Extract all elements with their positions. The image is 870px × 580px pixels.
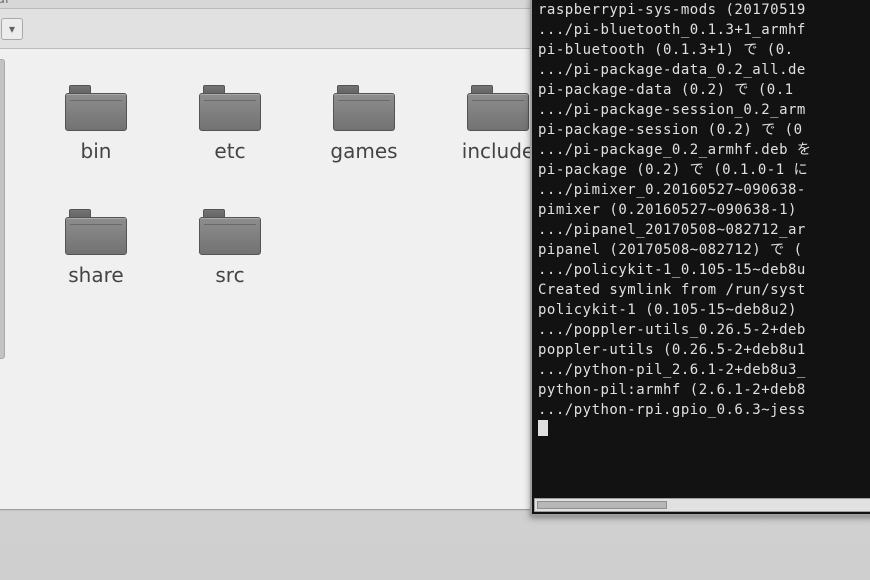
- desktop: al ▾ bin etc games include share src raspberr…: [0, 0, 870, 580]
- folder-icon: [65, 85, 127, 131]
- file-manager-window: al ▾ bin etc games include share src: [0, 0, 550, 510]
- terminal-line: pi-package (0.2) で (0.1.0-1 に: [538, 160, 870, 180]
- terminal-line: .../poppler-utils_0.26.5-2+deb: [538, 320, 870, 340]
- folder-label: share: [68, 263, 123, 287]
- terminal-scrollbar[interactable]: [534, 498, 870, 512]
- terminal-line: raspberrypi-sys-mods (20170519: [538, 0, 870, 20]
- terminal-content[interactable]: raspberrypi-sys-mods (20170519.../pi-blu…: [532, 0, 870, 446]
- file-manager-toolbar: ▾: [0, 9, 549, 49]
- terminal-line: .../pi-package_0.2_armhf.deb を: [538, 140, 870, 160]
- terminal-line: pipanel (20170508~082712) で (: [538, 240, 870, 260]
- terminal-line: .../pipanel_20170508~082712_ar: [538, 220, 870, 240]
- folder-games[interactable]: games: [304, 85, 424, 205]
- folder-label: bin: [81, 139, 112, 163]
- icon-grid: bin etc games include share src: [36, 85, 558, 329]
- folder-label: include: [462, 139, 534, 163]
- terminal-line: .../python-pil_2.6.1-2+deb8u3_: [538, 360, 870, 380]
- terminal-line: .../pi-package-session_0.2_arm: [538, 100, 870, 120]
- terminal-line: .../policykit-1_0.105-15~deb8u: [538, 260, 870, 280]
- window-title: al: [0, 0, 9, 7]
- chevron-down-icon: ▾: [9, 22, 15, 36]
- terminal-window: raspberrypi-sys-mods (20170519.../pi-blu…: [530, 0, 870, 516]
- file-manager-body: bin etc games include share src: [0, 49, 549, 509]
- folder-etc[interactable]: etc: [170, 85, 290, 205]
- file-manager-titlebar[interactable]: al: [0, 0, 549, 9]
- terminal-line: .../pi-package-data_0.2_all.de: [538, 60, 870, 80]
- folder-icon: [199, 209, 261, 255]
- folder-label: games: [330, 139, 397, 163]
- terminal-line: Created symlink from /run/syst: [538, 280, 870, 300]
- terminal-line: policykit-1 (0.105-15~deb8u2): [538, 300, 870, 320]
- folder-label: etc: [214, 139, 245, 163]
- sidebar-scrollbar[interactable]: [0, 59, 5, 359]
- terminal-line: pi-package-session (0.2) で (0: [538, 120, 870, 140]
- terminal-line: .../pimixer_0.20160527~090638-: [538, 180, 870, 200]
- dropdown-button[interactable]: ▾: [1, 18, 23, 40]
- terminal-line: poppler-utils (0.26.5-2+deb8u1: [538, 340, 870, 360]
- folder-share[interactable]: share: [36, 209, 156, 329]
- terminal-line: pimixer (0.20160527~090638-1): [538, 200, 870, 220]
- folder-label: src: [215, 263, 244, 287]
- folder-src[interactable]: src: [170, 209, 290, 329]
- terminal-line: python-pil:armhf (2.6.1-2+deb8: [538, 380, 870, 400]
- terminal-line: .../pi-bluetooth_0.1.3+1_armhf: [538, 20, 870, 40]
- folder-bin[interactable]: bin: [36, 85, 156, 205]
- terminal-prompt-line: [538, 420, 870, 440]
- folder-icon: [467, 85, 529, 131]
- terminal-scrollbar-thumb[interactable]: [537, 501, 667, 509]
- terminal-line: .../python-rpi.gpio_0.6.3~jess: [538, 400, 870, 420]
- folder-icon: [333, 85, 395, 131]
- terminal-line: pi-package-data (0.2) で (0.1: [538, 80, 870, 100]
- terminal-cursor: [538, 420, 548, 436]
- file-manager-iconview[interactable]: bin etc games include share src: [0, 49, 578, 509]
- terminal-line: pi-bluetooth (0.1.3+1) で (0.: [538, 40, 870, 60]
- folder-icon: [65, 209, 127, 255]
- folder-icon: [199, 85, 261, 131]
